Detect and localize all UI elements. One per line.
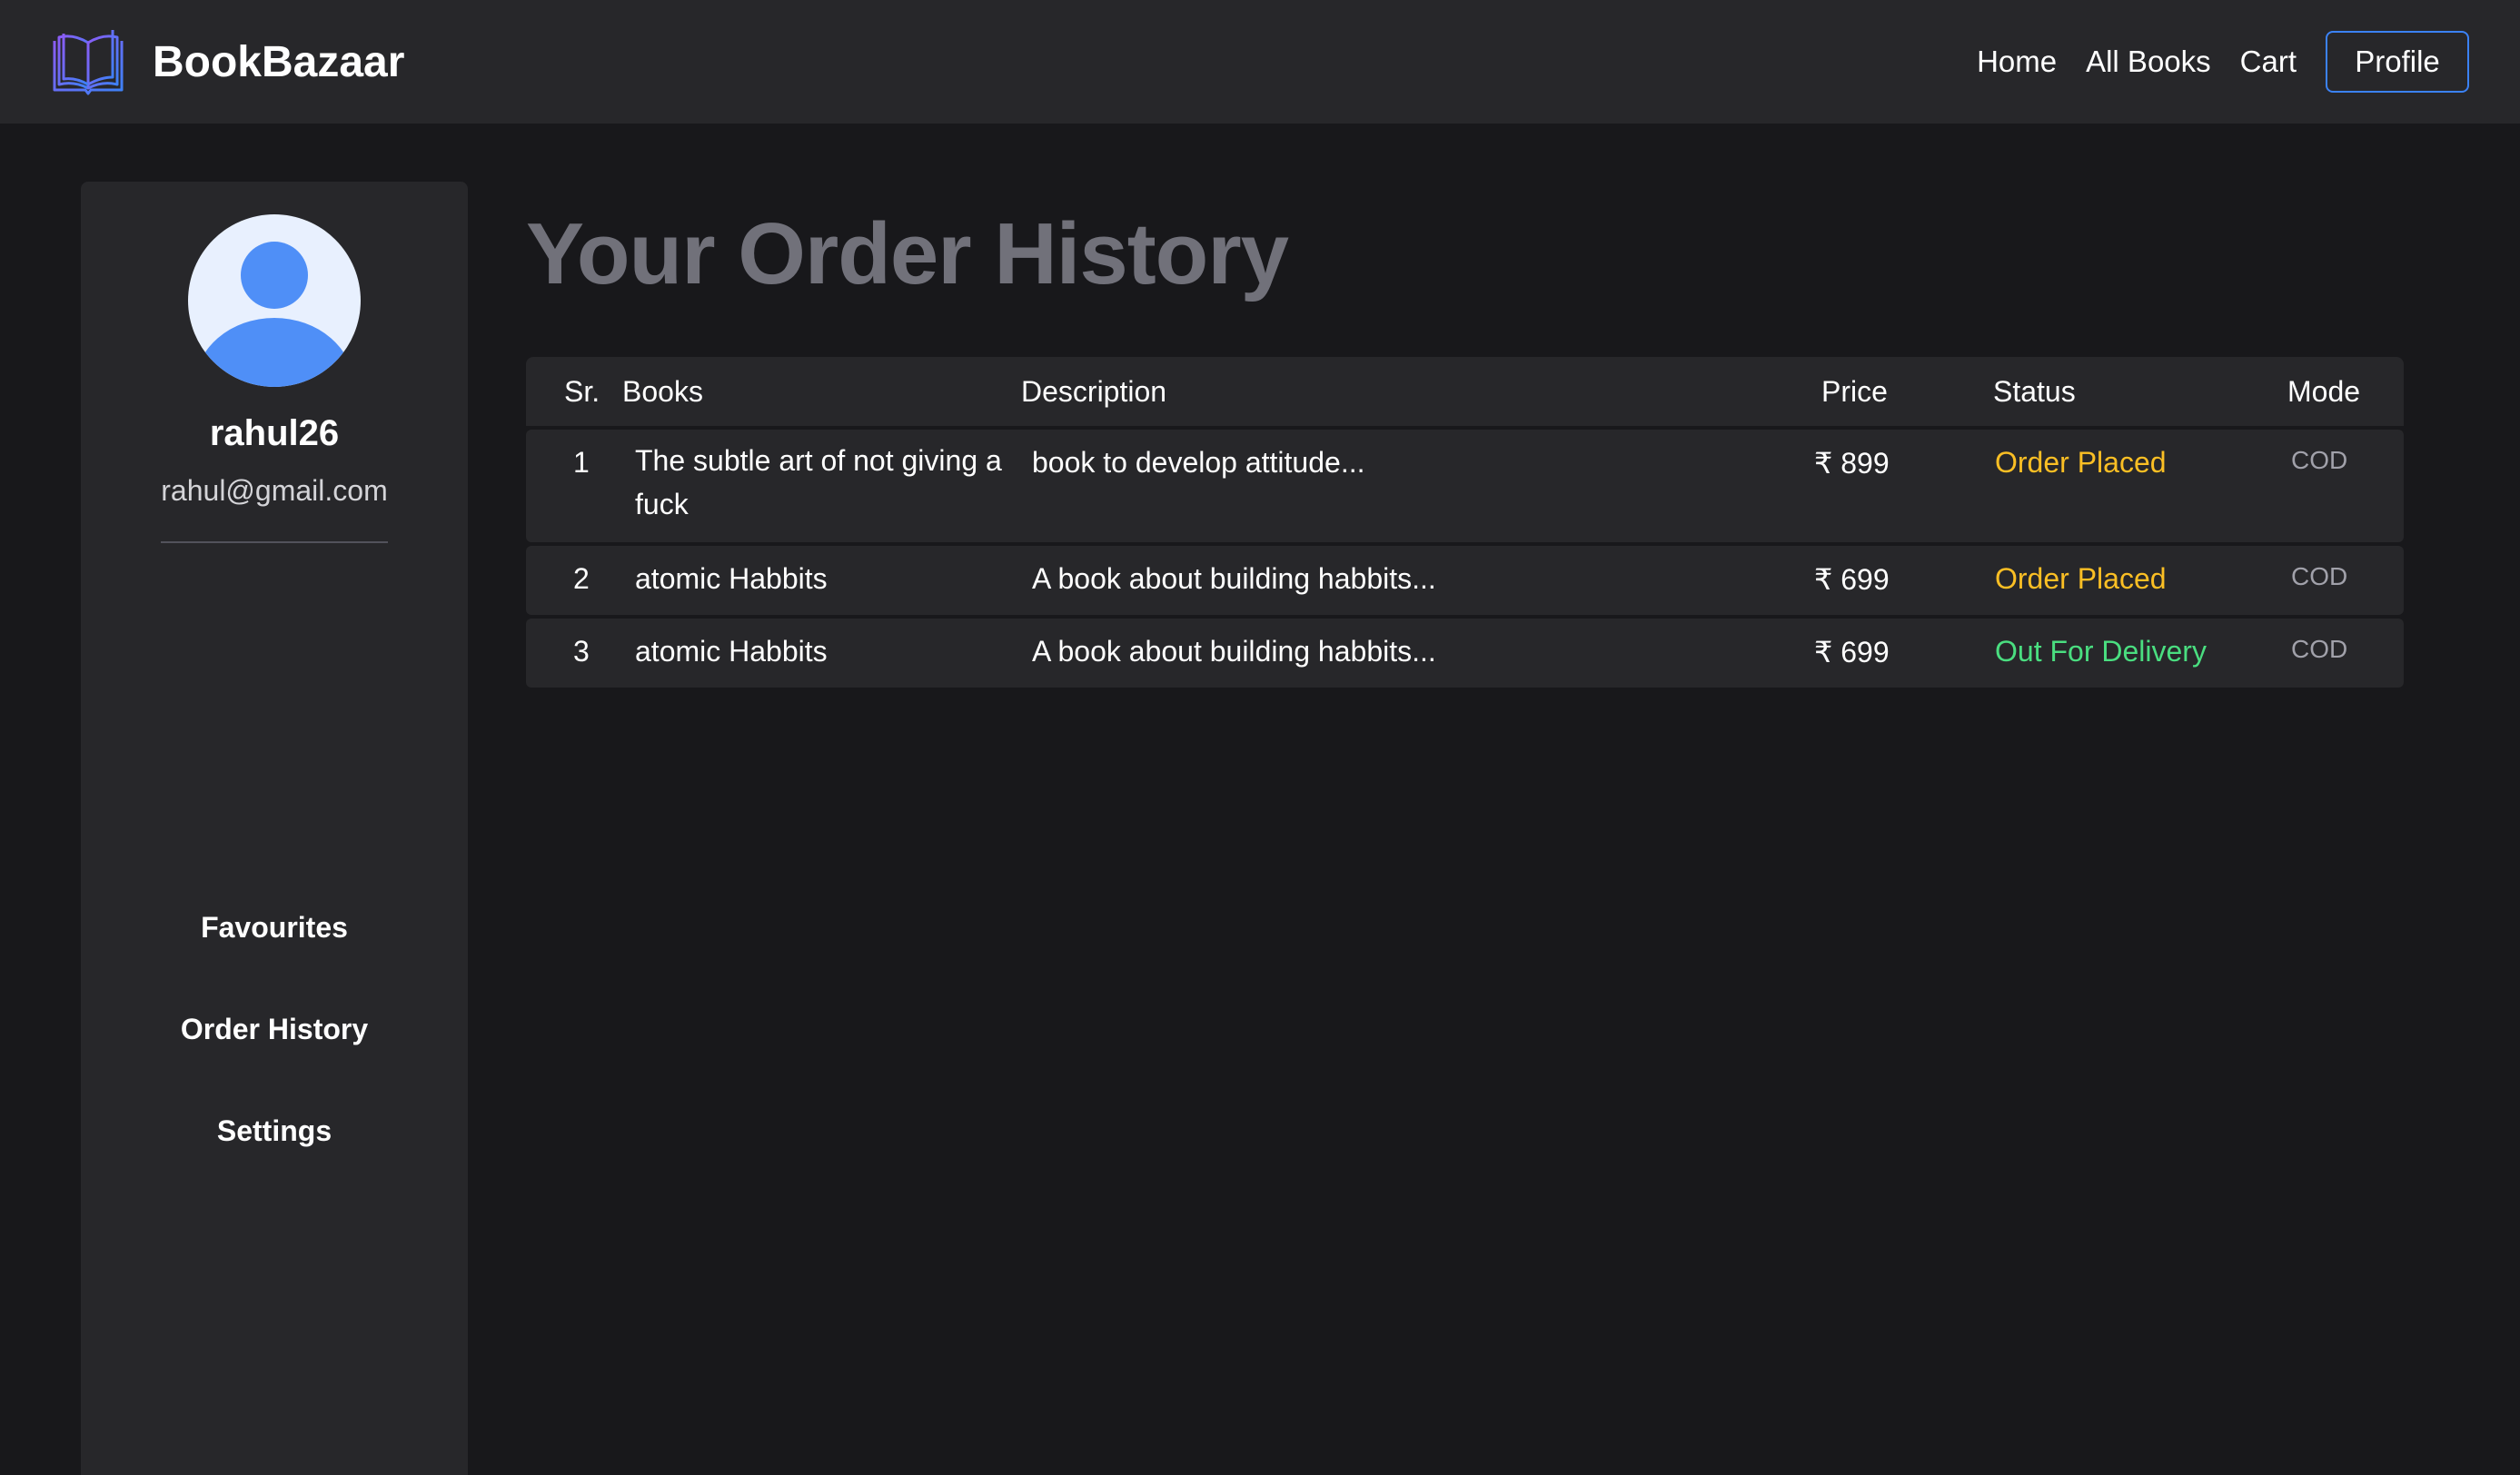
status-badge: Out For Delivery: [1995, 635, 2207, 668]
column-header-mode: Mode: [2287, 375, 2361, 408]
table-row[interactable]: 3 atomic Habbits A book about building h…: [526, 619, 2404, 688]
nav-link-home[interactable]: Home: [1977, 45, 2057, 79]
sidebar-item-favourites[interactable]: Favourites: [81, 911, 468, 945]
row-sr: 1: [573, 446, 590, 479]
row-sr: 3: [573, 635, 590, 668]
row-price: ₹ 699: [1814, 636, 1890, 668]
open-book-icon: [53, 30, 124, 95]
status-badge: Order Placed: [1995, 446, 2167, 479]
row-book-title: The subtle art of not giving a fuck: [635, 444, 1002, 520]
row-description: book to develop attitude...: [1032, 446, 1365, 479]
order-history-table: Sr. Books Description Price Status Mode …: [526, 357, 2404, 688]
row-price: ₹ 699: [1814, 563, 1890, 596]
column-header-status: Status: [1993, 375, 2076, 408]
row-price: ₹ 899: [1814, 447, 1890, 480]
row-book-title: atomic Habbits: [635, 635, 828, 668]
navbar: BookBazaar Home All Books Cart Profile: [0, 0, 2520, 124]
page-title: Your Order History: [526, 205, 1289, 302]
column-header-description: Description: [1021, 375, 1167, 408]
sidebar-item-settings[interactable]: Settings: [81, 1114, 468, 1148]
row-mode: COD: [2291, 635, 2348, 663]
nav-link-cart[interactable]: Cart: [2240, 45, 2297, 79]
profile-button[interactable]: Profile: [2326, 31, 2469, 93]
row-mode: COD: [2291, 562, 2348, 590]
table-row[interactable]: 1 The subtle art of not giving a fuck bo…: [526, 430, 2404, 542]
table-header: Sr. Books Description Price Status Mode: [526, 357, 2404, 426]
nav-link-all-books[interactable]: All Books: [2086, 45, 2211, 79]
nav-links: Home All Books Cart Profile: [1948, 31, 2469, 93]
status-badge: Order Placed: [1995, 562, 2167, 595]
column-header-price: Price: [1821, 375, 1888, 408]
column-header-books: Books: [622, 375, 703, 408]
row-sr: 2: [573, 562, 590, 595]
divider: [161, 541, 388, 543]
sidebar-item-order-history[interactable]: Order History: [81, 1013, 468, 1046]
row-book-title: atomic Habbits: [635, 562, 828, 595]
table-row[interactable]: 2 atomic Habbits A book about building h…: [526, 546, 2404, 615]
row-description: A book about building habbits...: [1032, 562, 1436, 595]
user-email: rahul@gmail.com: [161, 474, 388, 507]
column-header-sr: Sr.: [564, 375, 600, 408]
username: rahul26: [209, 413, 340, 453]
row-description: A book about building habbits...: [1032, 635, 1436, 668]
row-mode: COD: [2291, 446, 2348, 474]
brand-name[interactable]: BookBazaar: [153, 37, 404, 87]
user-avatar-icon: [188, 214, 361, 387]
profile-sidebar: rahul26 rahul@gmail.com Favourites Order…: [81, 182, 468, 1475]
brand[interactable]: BookBazaar: [51, 28, 404, 95]
